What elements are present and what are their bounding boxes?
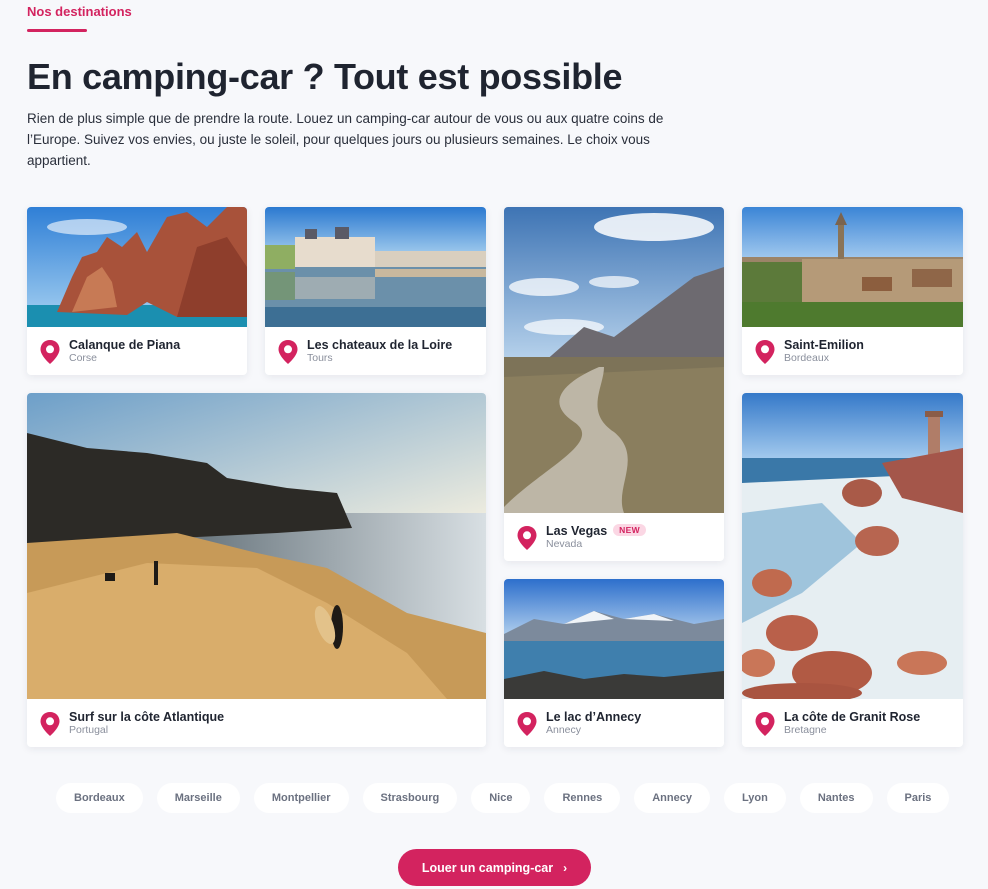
- destination-card-lac-annecy[interactable]: Le lac d’Annecy Annecy: [504, 579, 724, 747]
- city-chip-nantes[interactable]: Nantes: [799, 783, 873, 813]
- destination-subtitle: Corse: [69, 352, 98, 364]
- destination-image: [742, 207, 963, 327]
- destination-image: [504, 207, 724, 513]
- new-badge: NEW: [613, 524, 646, 536]
- destination-title: Calanque de Piana: [69, 338, 181, 352]
- city-chip-montpellier[interactable]: Montpellier: [253, 783, 349, 813]
- city-chip-strasbourg[interactable]: Strasbourg: [362, 783, 458, 813]
- cta-label: Louer un camping-car: [421, 860, 554, 875]
- section-eyebrow: Nos destinations: [27, 4, 132, 19]
- destination-card-granit-rose[interactable]: La côte de Granit Rose Bretagne: [742, 393, 963, 747]
- destination-title: Surf sur la côte Atlantique: [69, 710, 225, 724]
- city-chip-nice[interactable]: Nice: [471, 783, 531, 813]
- eyebrow-underline: [27, 29, 87, 32]
- destination-image: [265, 207, 486, 327]
- city-chip-annecy[interactable]: Annecy: [634, 783, 710, 813]
- destination-subtitle: Annecy: [546, 724, 582, 736]
- location-pin-icon: [40, 340, 60, 364]
- destination-image: [27, 393, 486, 699]
- city-chips: Bordeaux Marseille Montpellier Strasbour…: [56, 783, 950, 813]
- destination-image: [27, 207, 247, 327]
- location-pin-icon: [755, 712, 775, 736]
- rent-camping-car-button[interactable]: Louer un camping-car ›: [398, 849, 591, 886]
- location-pin-icon: [40, 712, 60, 736]
- destination-subtitle: Portugal: [69, 724, 109, 736]
- destination-image: [742, 393, 963, 699]
- destination-title: La côte de Granit Rose: [784, 710, 921, 724]
- destination-title: Les chateaux de la Loire: [307, 338, 453, 352]
- destination-title: Saint-Emilion: [784, 338, 864, 352]
- city-chip-marseille[interactable]: Marseille: [156, 783, 240, 813]
- intro-text: Rien de plus simple que de prendre la ro…: [27, 111, 664, 168]
- city-chip-paris[interactable]: Paris: [886, 783, 950, 813]
- location-pin-icon: [517, 526, 537, 550]
- location-pin-icon: [517, 712, 537, 736]
- destination-card-saint-emilion[interactable]: Saint-Emilion Bordeaux: [742, 207, 963, 375]
- destination-card-chateaux-loire[interactable]: Les chateaux de la Loire Tours: [265, 207, 486, 375]
- location-pin-icon: [755, 340, 775, 364]
- destination-title: Las Vegas NEW: [546, 524, 646, 538]
- destination-subtitle: Bretagne: [784, 724, 827, 736]
- city-chip-lyon[interactable]: Lyon: [723, 783, 786, 813]
- destination-card-las-vegas[interactable]: Las Vegas NEW Nevada: [504, 207, 724, 561]
- city-chip-bordeaux[interactable]: Bordeaux: [56, 783, 143, 813]
- location-pin-icon: [278, 340, 298, 364]
- destination-subtitle: Nevada: [546, 538, 583, 550]
- city-chip-rennes[interactable]: Rennes: [544, 783, 621, 813]
- destination-image: [504, 579, 724, 699]
- destination-subtitle: Bordeaux: [784, 352, 829, 364]
- destination-card-calanque-piana[interactable]: Calanque de Piana Corse: [27, 207, 247, 375]
- destination-subtitle: Tours: [307, 352, 333, 364]
- chevron-right-icon: ›: [563, 860, 568, 875]
- destination-card-surf-atlantique[interactable]: Surf sur la côte Atlantique Portugal: [27, 393, 486, 747]
- page-title: En camping-car ? Tout est possible: [27, 56, 623, 97]
- destination-title: Le lac d’Annecy: [546, 710, 642, 724]
